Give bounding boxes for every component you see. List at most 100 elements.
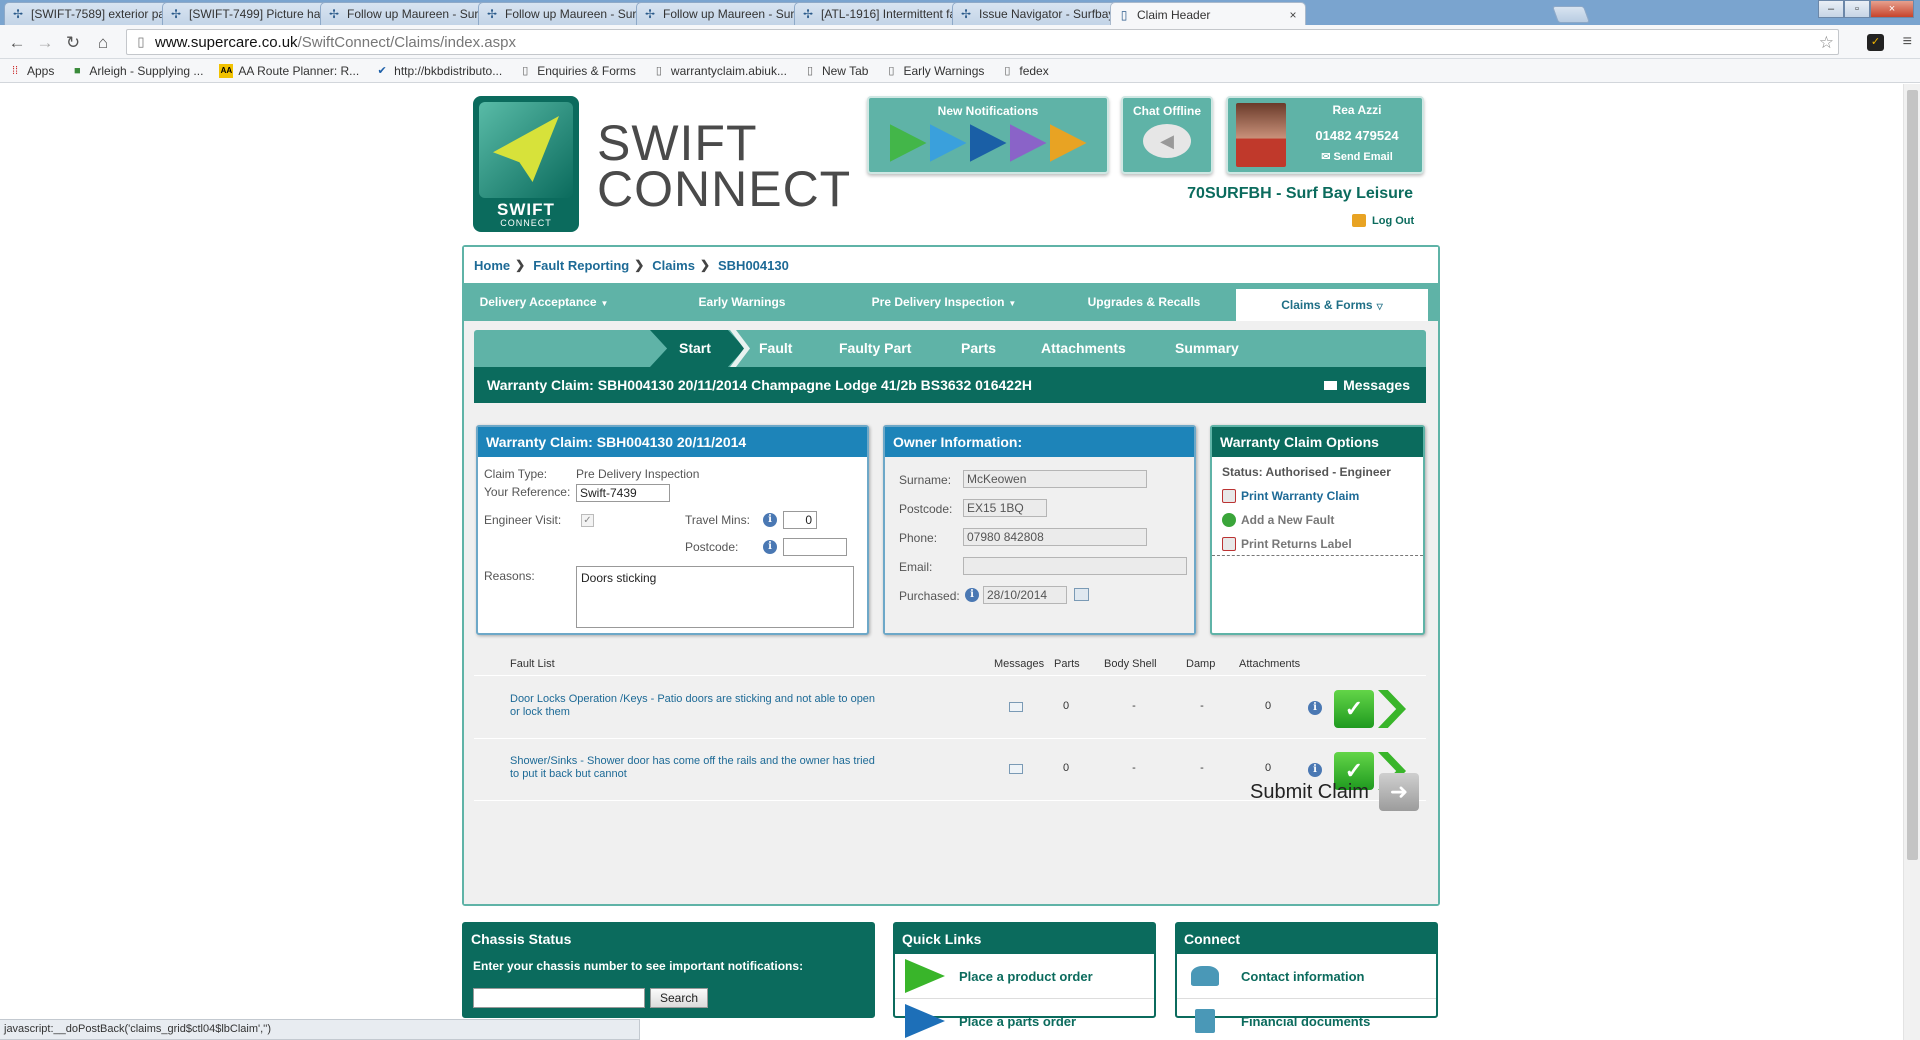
bookmark-item[interactable]: ✔ http://bkbdistributo...: [375, 64, 503, 78]
jira-icon: ✢: [328, 7, 340, 21]
add-new-fault-link[interactable]: Add a New Fault: [1222, 513, 1334, 527]
jira-icon: ✢: [12, 7, 24, 21]
phone-input[interactable]: 07980 842808: [963, 528, 1147, 546]
step-attachments[interactable]: Attachments: [1041, 330, 1126, 367]
step-parts[interactable]: Parts: [961, 330, 996, 367]
bookmark-item[interactable]: ▯ New Tab: [803, 64, 869, 78]
apps-grid-icon: ⁞⁞: [11, 64, 19, 77]
product-order-link[interactable]: Place a product order: [895, 954, 1154, 999]
home-icon[interactable]: ⌂: [92, 32, 114, 54]
page-scrollbar[interactable]: [1903, 84, 1920, 1040]
email-input[interactable]: [963, 557, 1187, 575]
surname-input[interactable]: McKeowen: [963, 470, 1147, 488]
delivery-truck-notification-icon[interactable]: [969, 124, 1007, 162]
nav-claims-forms[interactable]: Claims & Forms ▽: [1236, 289, 1428, 321]
hamburger-menu-icon[interactable]: ≡: [1903, 33, 1912, 51]
scrollbar-thumb[interactable]: [1907, 90, 1918, 860]
fault-description-link[interactable]: Shower/Sinks - Shower door has come off …: [510, 755, 880, 781]
print-returns-label-link[interactable]: Print Returns Label: [1222, 537, 1352, 551]
bookmark-item[interactable]: ▯ warrantyclaim.abiuk...: [652, 64, 787, 78]
maximize-icon[interactable]: ▫: [1844, 0, 1870, 18]
travel-mins-input[interactable]: 0: [783, 511, 817, 529]
info-icon[interactable]: i: [763, 540, 777, 554]
tools-notification-icon[interactable]: [1049, 124, 1087, 162]
bookmark-item[interactable]: AA AA Route Planner: R...: [219, 63, 359, 78]
info-icon[interactable]: i: [965, 588, 979, 602]
bookmark-apps[interactable]: ⁞⁞ Apps: [8, 64, 54, 78]
forward-arrow-icon[interactable]: →: [34, 32, 56, 54]
reference-input[interactable]: Swift-7439: [576, 484, 670, 502]
financial-documents-link[interactable]: Financial documents: [1177, 999, 1436, 1040]
bookmark-item[interactable]: ▯ Early Warnings: [884, 64, 984, 78]
window-close-icon[interactable]: ×: [1870, 0, 1914, 18]
breadcrumb-current[interactable]: SBH004130: [718, 258, 789, 273]
nav-delivery-acceptance[interactable]: Delivery Acceptance ▼: [476, 283, 612, 321]
caravan-notification-icon[interactable]: [929, 124, 967, 162]
contact-information-link[interactable]: Contact information: [1177, 954, 1436, 999]
bookmark-item[interactable]: ■ Arleigh - Supplying ...: [70, 64, 203, 78]
engineer-visit-checkbox[interactable]: ✓: [581, 514, 594, 527]
submit-claim-button[interactable]: Submit Claim ➜: [1250, 773, 1419, 811]
close-icon[interactable]: ×: [1287, 8, 1299, 22]
nav-label: Claims & Forms: [1281, 298, 1373, 312]
info-icon[interactable]: i: [1308, 701, 1322, 715]
breadcrumb-fault-reporting[interactable]: Fault Reporting ❯: [533, 258, 652, 273]
send-email-link[interactable]: ✉ Send Email: [1294, 150, 1420, 163]
engineer-postcode-input[interactable]: [783, 538, 847, 556]
browser-tab-active[interactable]: ▯ Claim Header ×: [1110, 2, 1306, 26]
print-warranty-claim-link[interactable]: Print Warranty Claim: [1222, 489, 1359, 503]
address-bar[interactable]: ▯ www.supercare.co.uk/SwiftConnect/Claim…: [126, 29, 1839, 55]
step-start[interactable]: Start: [679, 330, 711, 367]
claim-details-box: Warranty Claim: SBH004130 20/11/2014 Cla…: [476, 425, 869, 635]
envelope-icon[interactable]: [1009, 702, 1023, 712]
nav-label: Early Warnings: [698, 295, 786, 309]
owner-postcode-input[interactable]: EX15 1BQ: [963, 499, 1047, 517]
reload-icon[interactable]: ↻: [62, 32, 84, 54]
open-fault-arrow-icon[interactable]: [1378, 690, 1406, 728]
breadcrumb-claims[interactable]: Claims ❯: [652, 258, 718, 273]
nav-upgrades-recalls[interactable]: Upgrades & Recalls: [1076, 283, 1212, 321]
fault-description-link[interactable]: Door Locks Operation /Keys - Patio doors…: [510, 693, 880, 719]
new-tab-button[interactable]: [1551, 6, 1591, 23]
jira-icon: ✢: [170, 7, 182, 21]
product-order-notification-icon[interactable]: [889, 124, 927, 162]
notifications-title: New Notifications: [937, 104, 1039, 118]
page-icon: ▯: [888, 64, 895, 77]
info-icon[interactable]: i: [763, 513, 777, 527]
chassis-number-input[interactable]: [473, 988, 645, 1008]
bookmark-item[interactable]: ▯ fedex: [1000, 64, 1048, 78]
swift-logo[interactable]: SWIFT CONNECT: [473, 96, 579, 232]
purchased-input[interactable]: 28/10/2014: [983, 586, 1067, 604]
reasons-textarea[interactable]: Doors sticking: [576, 566, 854, 628]
envelope-icon[interactable]: [1009, 764, 1023, 774]
calendar-icon[interactable]: [1074, 588, 1089, 601]
nav-early-warnings[interactable]: Early Warnings: [692, 283, 792, 321]
chassis-search-button[interactable]: Search: [650, 988, 708, 1008]
parts-order-link[interactable]: Place a parts order: [895, 999, 1154, 1040]
step-fault[interactable]: Fault: [759, 330, 792, 367]
caret-down-icon: ▼: [1008, 299, 1017, 308]
logout-link[interactable]: Log Out: [1352, 214, 1414, 227]
bookmark-label: Arleigh - Supplying ...: [89, 63, 204, 78]
site-icon: ✔: [377, 64, 387, 77]
damp-value: -: [1200, 762, 1204, 774]
approve-check-icon[interactable]: ✓: [1334, 690, 1374, 728]
delivery-truck-icon: [905, 1004, 945, 1038]
back-arrow-icon[interactable]: ←: [6, 32, 28, 54]
reference-label: Your Reference:: [484, 485, 571, 499]
step-summary[interactable]: Summary: [1175, 330, 1239, 367]
quick-links-panel: Quick Links Place a product order Place …: [893, 922, 1156, 1038]
send-email-label: Send Email: [1333, 151, 1393, 163]
nav-pre-delivery-inspection[interactable]: Pre Delivery Inspection ▼: [864, 283, 1024, 321]
minimize-icon[interactable]: –: [1818, 0, 1844, 18]
extension-icon[interactable]: ✓: [1867, 34, 1884, 51]
bookmark-star-icon[interactable]: ☆: [1819, 33, 1834, 53]
chat-panel[interactable]: Chat Offline ◀: [1121, 96, 1213, 174]
gear-notification-icon[interactable]: [1009, 124, 1047, 162]
step-faulty-part[interactable]: Faulty Part: [839, 330, 911, 367]
messages-link[interactable]: Messages: [1324, 367, 1410, 403]
claim-box-title: Warranty Claim: SBH004130 20/11/2014: [478, 427, 867, 457]
col-attachments: Attachments: [1239, 658, 1301, 670]
bookmark-item[interactable]: ▯ Enquiries & Forms: [518, 64, 636, 78]
breadcrumb-home[interactable]: Home ❯: [474, 258, 533, 273]
